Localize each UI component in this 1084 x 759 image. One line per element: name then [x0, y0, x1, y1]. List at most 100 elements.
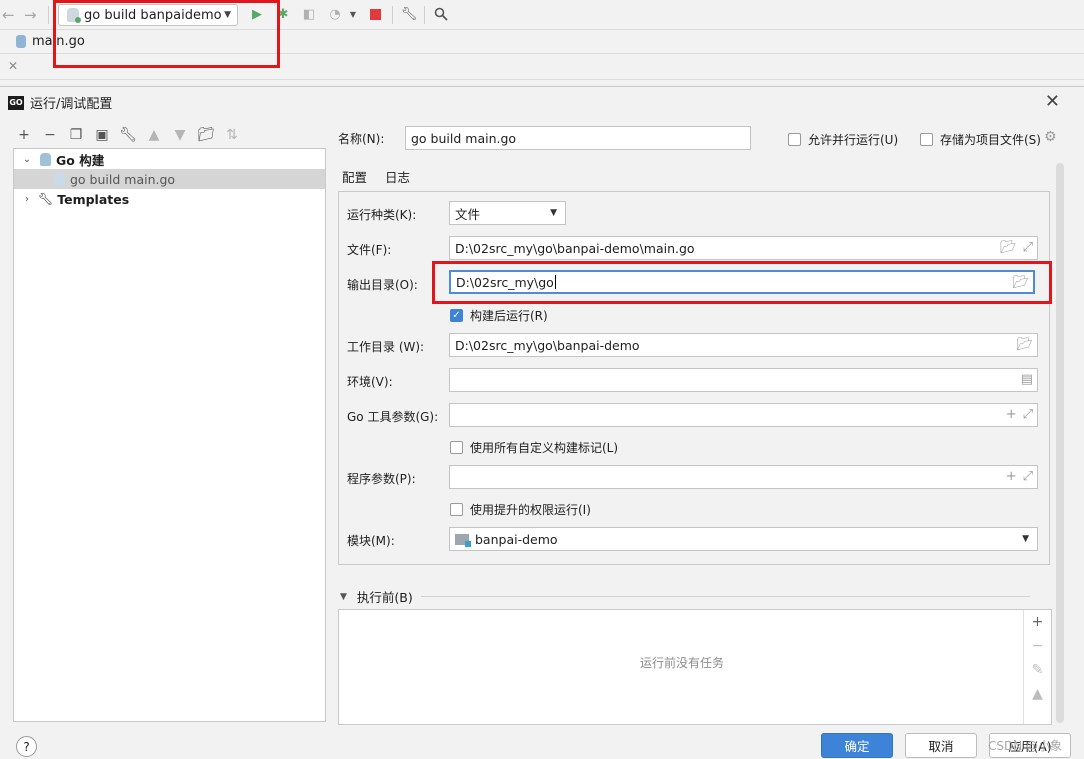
- run-icon[interactable]: ▶: [248, 5, 266, 23]
- tree-item-config[interactable]: go build main.go: [14, 169, 325, 189]
- watermark: CSDN @小象: [988, 739, 1063, 753]
- tree-group-go-build[interactable]: ⌄ Go 构建: [14, 149, 325, 169]
- use-custom-tags-checkbox[interactable]: 使用所有自定义构建标记(L): [450, 439, 618, 456]
- dialog-title-bar: GO 运行/调试配置: [8, 93, 112, 112]
- chevron-right-icon[interactable]: ›: [20, 194, 34, 205]
- wrench-icon[interactable]: 🔧︎: [400, 5, 418, 23]
- run-elevated-checkbox[interactable]: 使用提升的权限运行(I): [450, 501, 591, 518]
- go-file-icon: [16, 35, 26, 48]
- save-icon[interactable]: ▣: [92, 127, 112, 143]
- close-icon[interactable]: ✕: [1045, 91, 1060, 112]
- help-icon[interactable]: ?: [16, 736, 37, 757]
- chevron-down-icon[interactable]: ▼: [340, 592, 347, 602]
- before-launch-empty: 运行前没有任务: [639, 656, 724, 670]
- move-down-icon[interactable]: ▼: [170, 127, 190, 143]
- allow-parallel-checkbox[interactable]: 允许并行运行(U): [788, 131, 898, 148]
- env-input[interactable]: ▤: [449, 368, 1038, 392]
- debug-icon[interactable]: ✱: [274, 5, 292, 23]
- tree-group-label: Templates: [57, 191, 130, 207]
- folder-icon[interactable]: 📂︎: [1000, 240, 1017, 255]
- tree-group-templates[interactable]: › 🔧︎ Templates: [14, 189, 325, 209]
- add-icon[interactable]: +: [14, 127, 34, 143]
- before-launch-header[interactable]: ▼ 执行前(B): [340, 587, 1030, 606]
- coverage-icon[interactable]: ◧: [300, 5, 318, 23]
- working-dir-label: 工作目录 (W):: [347, 340, 425, 354]
- name-value: go build main.go: [411, 130, 517, 146]
- working-dir-input[interactable]: D:\02src_my\go\banpai-demo 📂︎: [449, 333, 1038, 357]
- before-launch-list: 运行前没有任务 + − ✎ ▲: [338, 609, 1052, 725]
- scrollbar[interactable]: [1056, 163, 1064, 723]
- cancel-button[interactable]: 取消: [905, 733, 977, 758]
- name-input[interactable]: go build main.go: [405, 126, 751, 150]
- run-after-build-checkbox[interactable]: ✓ 构建后运行(R): [450, 307, 548, 324]
- checkbox-box[interactable]: [788, 133, 801, 146]
- remove-icon[interactable]: −: [40, 127, 60, 143]
- search-icon[interactable]: [432, 5, 450, 23]
- run-config-selector[interactable]: go build banpaidemo ▼: [58, 4, 238, 26]
- checkbox-box[interactable]: [450, 441, 463, 454]
- module-icon: [455, 533, 471, 547]
- file-value: D:\02src_my\go\banpai-demo\main.go: [455, 240, 695, 256]
- program-args-input[interactable]: + ⤢: [449, 465, 1038, 489]
- divider: [420, 596, 1030, 597]
- move-up-icon[interactable]: ▲: [144, 127, 164, 143]
- working-dir-value: D:\02src_my\go\banpai-demo: [455, 337, 640, 353]
- new-folder-icon[interactable]: 📁︎: [196, 127, 216, 143]
- edit-icon[interactable]: ✎: [1032, 662, 1044, 678]
- editor-tabs: ✕: [0, 54, 1084, 80]
- go-tool-args-input[interactable]: + ⤢: [449, 403, 1038, 427]
- remove-icon[interactable]: −: [1032, 638, 1044, 654]
- toolbar-divider: [48, 6, 49, 24]
- use-custom-tags-label: 使用所有自定义构建标记(L): [470, 441, 619, 455]
- document-icon[interactable]: ▤: [1021, 372, 1033, 387]
- gopher-icon: [40, 152, 51, 166]
- close-icon[interactable]: ✕: [8, 59, 18, 73]
- expand-icon[interactable]: ⤢: [1023, 469, 1033, 484]
- env-label: 环境(V):: [347, 375, 393, 389]
- chevron-down-icon: ▼: [1022, 534, 1029, 544]
- go-config-icon: [67, 8, 81, 23]
- tree-item-label: go build main.go: [70, 171, 176, 187]
- wrench-icon[interactable]: 🔧︎: [118, 127, 138, 143]
- copy-icon[interactable]: ❐: [66, 127, 86, 143]
- run-kind-select[interactable]: 文件 ▼: [449, 201, 566, 225]
- toolbar-divider: [424, 6, 425, 24]
- ok-button[interactable]: 确定: [821, 733, 893, 758]
- folder-icon[interactable]: 📂︎: [1012, 275, 1029, 290]
- sort-icon[interactable]: ⇅: [222, 127, 242, 143]
- back-arrow-icon[interactable]: ←: [2, 6, 15, 24]
- store-as-project-checkbox[interactable]: 存储为项目文件(S): [920, 131, 1041, 148]
- move-up-icon[interactable]: ▲: [1032, 686, 1043, 702]
- expand-icon[interactable]: ⤢: [1023, 240, 1033, 255]
- file-label: 文件(F):: [347, 243, 392, 257]
- checkbox-box[interactable]: [920, 133, 933, 146]
- module-select[interactable]: banpai-demo ▼: [449, 527, 1038, 551]
- forward-arrow-icon[interactable]: →: [24, 6, 37, 24]
- name-label: 名称(N):: [338, 132, 385, 146]
- checkbox-box[interactable]: [450, 503, 463, 516]
- run-kind-label: 运行种类(K):: [347, 208, 417, 222]
- gear-icon[interactable]: ⚙: [1044, 129, 1057, 145]
- stop-icon[interactable]: [366, 5, 384, 23]
- wrench-icon: 🔧︎: [38, 192, 54, 206]
- output-dir-label: 输出目录(O):: [347, 278, 418, 292]
- breadcrumb-file[interactable]: main.go: [32, 34, 85, 49]
- before-launch-label: 执行前(B): [356, 590, 413, 605]
- folder-icon[interactable]: 📂︎: [1016, 337, 1033, 352]
- profile-icon[interactable]: ◔: [326, 5, 344, 23]
- before-launch-toolbar: + − ✎ ▲: [1023, 610, 1051, 724]
- file-input[interactable]: D:\02src_my\go\banpai-demo\main.go 📂︎ ⤢: [449, 236, 1038, 260]
- expand-icon[interactable]: ⤢: [1023, 407, 1033, 422]
- gopher-icon: [54, 172, 65, 186]
- add-icon[interactable]: +: [1006, 469, 1017, 484]
- go-tool-args-label: Go 工具参数(G):: [347, 410, 439, 424]
- run-config-label: go build banpaidemo: [84, 7, 222, 23]
- checkbox-box[interactable]: ✓: [450, 309, 463, 322]
- chevron-down-icon[interactable]: ⌄: [20, 154, 34, 165]
- add-icon[interactable]: +: [1032, 614, 1044, 630]
- profile-dropdown-icon[interactable]: ▼: [344, 5, 362, 23]
- add-icon[interactable]: +: [1006, 407, 1017, 422]
- run-kind-value: 文件: [455, 206, 481, 222]
- breadcrumb: main.go: [0, 30, 1084, 54]
- output-dir-input[interactable]: D:\02src_my\go 📂︎: [449, 270, 1035, 294]
